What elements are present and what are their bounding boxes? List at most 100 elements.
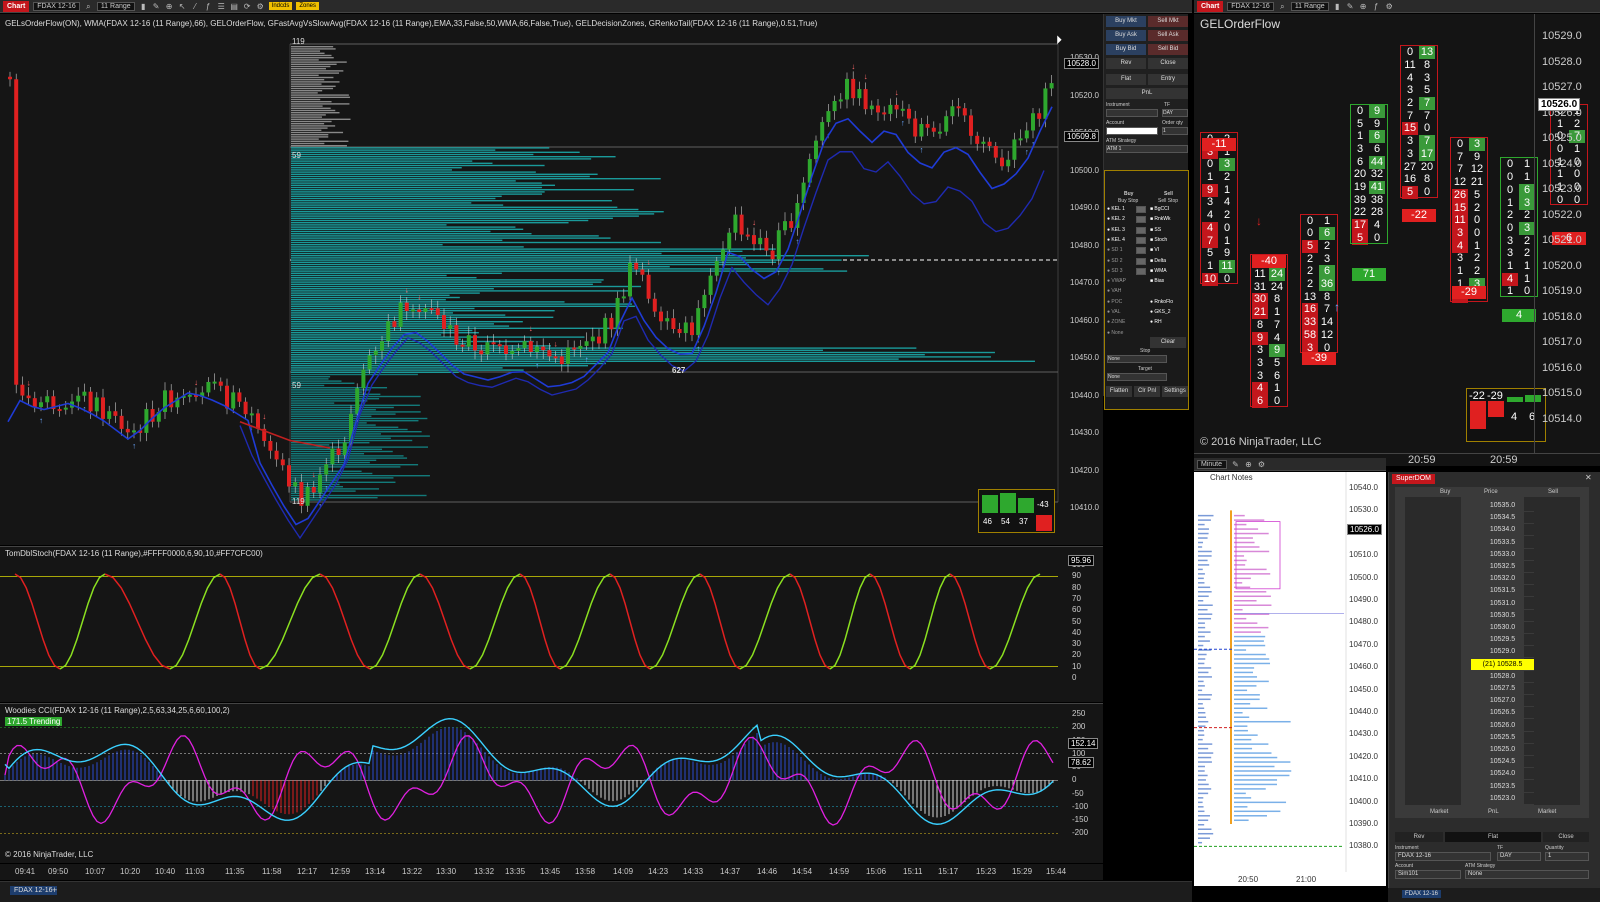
indicator-toggle-ss[interactable]: ■ SS	[1150, 227, 1161, 233]
order-qty-input[interactable]: 1	[1162, 127, 1188, 135]
orderflow-indicator-icon[interactable]: ƒ	[1372, 2, 1381, 11]
dom-atm-select[interactable]: None	[1465, 870, 1589, 879]
superdom-close-icon[interactable]: ✕	[1585, 473, 1592, 482]
notes-pane[interactable]: Chart Notes 10540.010530.010520.010510.0…	[1194, 472, 1386, 886]
dom-instrument-tab[interactable]: FDAX 12-16	[1402, 890, 1442, 898]
level-kel-1[interactable]: ● KEL 1	[1107, 206, 1125, 212]
gear-icon[interactable]: ⚙	[256, 2, 265, 11]
level-sd-2[interactable]: ● SD 2	[1107, 258, 1123, 264]
account-select[interactable]	[1106, 127, 1158, 135]
bar-type-icon[interactable]: ▮	[139, 2, 148, 11]
cursor-icon[interactable]: ↖	[178, 2, 187, 11]
level-vwap[interactable]: ● VWAP	[1107, 278, 1126, 284]
indicator-toggle-stoch[interactable]: ■ Stoch	[1150, 237, 1167, 243]
trader-settings-button[interactable]: Settings	[1162, 386, 1188, 397]
indicator-toggle-rnkoflo[interactable]: ● RnkoFlo	[1150, 299, 1173, 305]
dom-price-cell[interactable]: 10534.5	[1471, 512, 1534, 525]
expand-icon[interactable]: ⏵	[1056, 33, 1062, 48]
price-pane[interactable]: ↓ ↑ ↑ ↑ ↓ ↑ ↓ ↓ ↑ ↑ ↑ ↑ ↓ ↓ ↓ ↑ ↓ ↑ ↓ ↑ ↓ ↑ ↑ ↑ ↓ ↓ ↓ ↑ ↑ ↑ ↑ GELsOrde…	[0, 14, 1103, 545]
level-val[interactable]: ● VAL	[1107, 309, 1121, 315]
tf-select[interactable]: DAY	[1162, 109, 1188, 117]
orderflow-pencil-icon[interactable]: ✎	[1346, 2, 1355, 11]
dom-price-cell[interactable]: 10531.0	[1471, 598, 1534, 610]
dom-price-cell[interactable]: 10527.5	[1471, 683, 1534, 695]
add-tab-icon[interactable]: +	[52, 885, 57, 895]
pencil-icon[interactable]: ✎	[152, 2, 161, 11]
dom-price-cell[interactable]: 10528.0	[1471, 671, 1534, 683]
dom-instrument-select[interactable]: FDAX 12-16	[1395, 852, 1491, 861]
dom-price-cell[interactable]: 10525.0	[1471, 744, 1534, 756]
orderflow-interval-select[interactable]: 11 Range	[1290, 1, 1329, 11]
strategy-icon[interactable]: ☰	[217, 2, 226, 11]
dom-market-sell[interactable]: Market	[1538, 809, 1556, 815]
dom-account-select[interactable]: Sim101	[1395, 870, 1461, 879]
instrument-tab[interactable]: FDAX 12-16	[10, 886, 57, 895]
indicator-toggle-bgcci[interactable]: ■ BgCCI	[1150, 206, 1169, 212]
trader-clr-pnl-button[interactable]: Clr Pnl	[1134, 386, 1160, 397]
dom-price-cell[interactable]: 10526.0	[1471, 720, 1534, 732]
clear-button[interactable]: Clear	[1150, 337, 1186, 348]
properties-icon[interactable]: ▤	[230, 2, 239, 11]
zones-badge[interactable]: Zones	[296, 2, 320, 10]
dom-price-cell[interactable]: 10529.5	[1471, 634, 1534, 647]
orderflow-bar-icon[interactable]: ▮	[1333, 2, 1342, 11]
dom-price-cell[interactable]: 10527.0	[1471, 695, 1534, 708]
superdom-tab[interactable]: SuperDOM	[1392, 474, 1436, 484]
indicator-icon[interactable]: ƒ	[204, 2, 213, 11]
trader-button-rev[interactable]: Rev	[1106, 58, 1146, 69]
time-axis[interactable]: 09:41 09:50 10:07 10:20 10:40 11:03 11:35 11:58…	[0, 864, 1103, 880]
level-kel-4[interactable]: ● KEL 4	[1107, 237, 1125, 243]
dom-close-button[interactable]: Close	[1543, 832, 1589, 842]
interval-select[interactable]: 11 Range	[96, 1, 135, 11]
orderflow-chart-tab[interactable]: Chart	[1197, 0, 1224, 12]
orderflow-pane[interactable]: GELOrderFlow 02310312913442407159111100-…	[1194, 14, 1600, 454]
dom-buy-column[interactable]	[1405, 497, 1461, 805]
dom-rev-button[interactable]: Rev	[1395, 832, 1443, 842]
level-vah[interactable]: ● VAH	[1107, 288, 1121, 294]
dom-price-cell[interactable]: 10525.5	[1471, 732, 1534, 744]
cci-pane[interactable]: Woodies CCI(FDAX 12-16 (11 Range),2,5,63…	[0, 703, 1103, 863]
trader-button-sell-mkt[interactable]: Sell Mkt	[1148, 16, 1188, 27]
atm-strategy-select[interactable]: ATM 1	[1106, 145, 1188, 153]
trader-button-flat[interactable]: Flat	[1106, 74, 1146, 85]
indicator-toggle-rnkwk[interactable]: ■ RnkWk	[1150, 216, 1171, 222]
level-none[interactable]: ● None	[1107, 330, 1123, 336]
instrument-select[interactable]: FDAX 12-16	[33, 1, 80, 11]
trader-button-buy-ask[interactable]: Buy Ask	[1106, 30, 1146, 41]
stop-select[interactable]: None	[1107, 355, 1167, 363]
dom-price-cell[interactable]: 10530.5	[1471, 610, 1534, 622]
dom-price-cell[interactable]: 10532.0	[1471, 573, 1534, 586]
indicator-toggle-delta[interactable]: ■ Delta	[1150, 258, 1166, 264]
dom-price-cell[interactable]: 10533.5	[1471, 537, 1534, 549]
orderflow-instrument-select[interactable]: FDAX 12-16	[1227, 1, 1274, 11]
dom-price-cell[interactable]: 10530.0	[1471, 622, 1534, 634]
dom-price-cell[interactable]: 10531.5	[1471, 585, 1534, 598]
draw-icon[interactable]: ⁄	[191, 2, 200, 11]
dom-flat-button[interactable]: Flat	[1445, 832, 1541, 842]
zoom-icon[interactable]: ⊕	[165, 2, 174, 11]
refresh-icon[interactable]: ⟳	[243, 2, 252, 11]
trader-button-buy-bid[interactable]: Buy Bid	[1106, 44, 1146, 55]
indicator-toggle-gks_2[interactable]: ● GKS_2	[1150, 309, 1171, 315]
dom-price-cell[interactable]: 10533.0	[1471, 549, 1534, 561]
dom-tf-select[interactable]: DAY	[1497, 852, 1541, 861]
level-zone[interactable]: ● ZONE	[1107, 319, 1125, 325]
trader-button-entry[interactable]: Entry	[1148, 74, 1188, 85]
level-kel-2[interactable]: ● KEL 2	[1107, 216, 1125, 222]
orderflow-gear-icon[interactable]: ⚙	[1385, 2, 1394, 11]
level-kel-3[interactable]: ● KEL 3	[1107, 227, 1125, 233]
trader-flatten-button[interactable]: Flatten	[1106, 386, 1132, 397]
dom-price-cell[interactable]: 10535.0	[1471, 500, 1534, 512]
notes-pencil-icon[interactable]: ✎	[1231, 460, 1240, 469]
level-poc[interactable]: ● POC	[1107, 299, 1122, 305]
dom-price-cell[interactable]: 10534.0	[1471, 524, 1534, 537]
dom-market-buy[interactable]: Market	[1430, 809, 1448, 815]
indicators-badge[interactable]: Indcds	[268, 2, 293, 10]
dom-price-cell[interactable]: (21) 10528.5	[1471, 658, 1534, 671]
dom-price-cell[interactable]: 10526.5	[1471, 707, 1534, 720]
orderflow-zoom-icon[interactable]: ⊕	[1359, 2, 1368, 11]
dom-price-cell[interactable]: 10529.0	[1471, 646, 1534, 659]
trader-button-sell-bid[interactable]: Sell Bid	[1148, 44, 1188, 55]
notes-gear-icon[interactable]: ⚙	[1257, 460, 1266, 469]
notes-interval-select[interactable]: Minute	[1197, 459, 1227, 469]
